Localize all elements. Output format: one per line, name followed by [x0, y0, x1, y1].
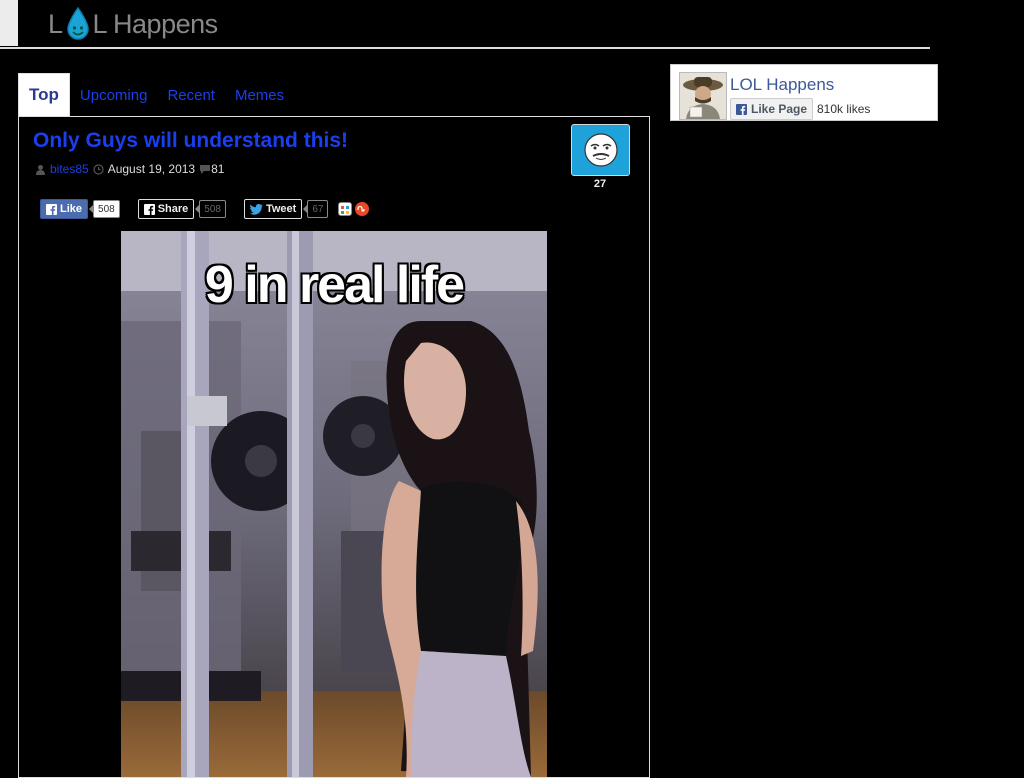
post-card: Only Guys will understand this! bites85 …: [18, 116, 650, 778]
share-bar: Like 508 Share 508 Tweet 67: [40, 199, 370, 219]
share-count: 508: [195, 200, 226, 218]
post-meta: bites85 August 19, 2013 81: [35, 162, 224, 176]
tweet-count: 67: [303, 200, 329, 218]
tab-top-label: Top: [29, 85, 59, 104]
page-name-link[interactable]: LOL Happens: [730, 75, 834, 95]
tab-top[interactable]: Top: [18, 73, 70, 116]
user-icon: [36, 164, 45, 175]
like-count: 508: [89, 200, 120, 218]
logo-text-right: L Happens: [92, 8, 219, 39]
share-icon[interactable]: [338, 202, 353, 216]
post-author[interactable]: bites85: [50, 162, 89, 176]
page-avatar[interactable]: [679, 72, 727, 120]
site-header: L L Happens: [0, 0, 930, 49]
facebook-icon: [46, 203, 57, 215]
facebook-icon: [143, 203, 155, 215]
sort-tabs: Top Upcoming Recent Memes: [18, 73, 294, 116]
post-title[interactable]: Only Guys will understand this!: [33, 129, 348, 153]
meme-face-icon: [583, 133, 618, 167]
avatar-image: [680, 73, 726, 119]
tab-recent-label: Recent: [167, 86, 215, 104]
post-image[interactable]: 9 in real life: [121, 231, 547, 777]
logo-text-left: L: [48, 8, 63, 39]
tab-recent[interactable]: Recent: [157, 74, 225, 116]
tab-upcoming[interactable]: Upcoming: [70, 74, 158, 116]
vote-button[interactable]: [571, 124, 630, 176]
like-label: Like: [60, 203, 83, 215]
tweet-button[interactable]: Tweet: [243, 199, 303, 219]
tab-memes[interactable]: Memes: [225, 74, 294, 116]
tweet-label: Tweet: [265, 203, 297, 215]
meme-caption: 9 in real life: [204, 256, 465, 314]
stumbleupon-icon[interactable]: [355, 202, 370, 216]
comment-icon: [200, 164, 211, 174]
facebook-like-button[interactable]: Like: [40, 199, 89, 219]
site-logo[interactable]: L L Happens: [48, 4, 218, 44]
like-page-button[interactable]: Like Page: [730, 98, 814, 120]
drop-logo-icon: [66, 6, 89, 40]
facebook-page-widget: LOL Happens Like Page 810k likes: [670, 64, 938, 121]
page-likes-count: 810k likes: [817, 102, 871, 116]
tab-memes-label: Memes: [234, 86, 285, 104]
comment-count[interactable]: 81: [211, 162, 224, 176]
post-date: August 19, 2013: [107, 162, 196, 176]
extra-share-icons: [338, 202, 370, 216]
vote-count: 27: [593, 178, 607, 190]
header-strip: [0, 0, 18, 46]
share-label: Share: [157, 203, 189, 215]
stumbleupon-glyph-icon: [357, 205, 366, 212]
share-glyph-icon: [341, 206, 350, 214]
facebook-icon: [736, 103, 747, 115]
like-page-label: Like Page: [751, 102, 808, 116]
facebook-share-button[interactable]: Share: [137, 199, 195, 219]
tab-upcoming-label: Upcoming: [79, 86, 148, 104]
clock-icon: [93, 163, 104, 175]
twitter-icon: [249, 203, 263, 215]
